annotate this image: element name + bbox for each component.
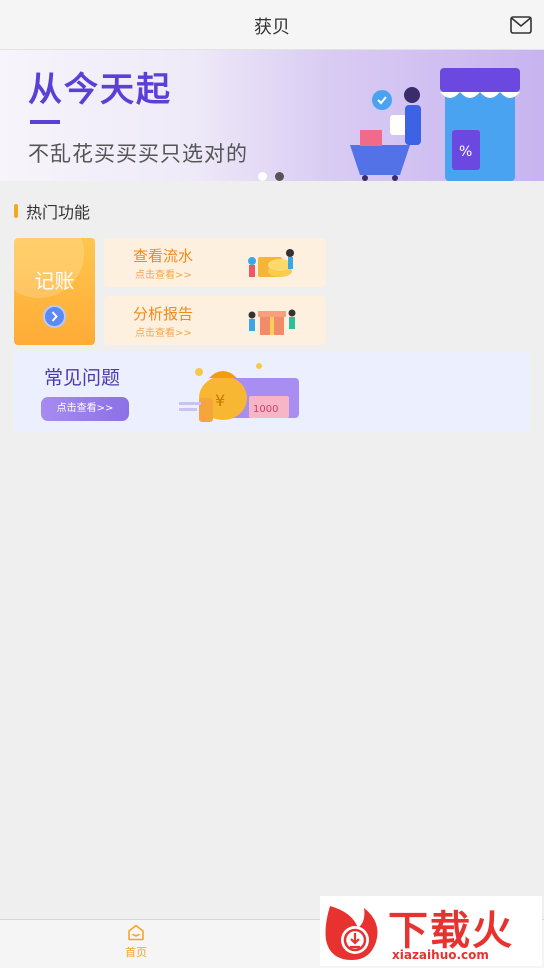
faq-view-button[interactable]: 点击查看>> bbox=[41, 397, 129, 421]
promo-banner[interactable]: 从今天起 不乱花买买买只选对的 % bbox=[0, 50, 544, 181]
svg-text:%: % bbox=[459, 144, 472, 160]
banner-divider bbox=[30, 120, 60, 124]
carousel-dot-active[interactable] bbox=[275, 172, 284, 181]
analysis-report-card[interactable]: 分析报告 点击查看>> bbox=[104, 296, 326, 345]
flame-logo-icon bbox=[325, 906, 378, 960]
page-title: 获贝 bbox=[254, 17, 290, 38]
banner-subline: 不乱花买买买只选对的 bbox=[28, 142, 248, 166]
watermark-url: xiazaihuo.com bbox=[392, 948, 489, 962]
bookkeeping-label: 记账 bbox=[34, 269, 75, 293]
section-accent-bar bbox=[14, 204, 18, 218]
mail-icon[interactable] bbox=[510, 16, 532, 34]
watermark-logo: 下载火 xiazaihuo.com bbox=[320, 896, 542, 966]
analysis-report-title: 分析报告 bbox=[133, 305, 194, 323]
tab-home[interactable]: 首页 bbox=[114, 924, 158, 964]
carousel-dot[interactable] bbox=[258, 172, 267, 181]
view-flow-title: 查看流水 bbox=[133, 247, 194, 265]
shop-illustration: % bbox=[350, 68, 520, 181]
view-flow-card[interactable]: 查看流水 点击查看>> bbox=[104, 238, 326, 287]
tab-home-label: 首页 bbox=[125, 946, 147, 959]
svg-text:¥: ¥ bbox=[215, 391, 225, 410]
gift-illustration bbox=[248, 309, 296, 335]
home-icon bbox=[128, 924, 144, 941]
faq-title: 常见问题 bbox=[44, 367, 121, 389]
carousel-indicator[interactable] bbox=[258, 166, 292, 181]
top-bar: 获贝 bbox=[0, 0, 544, 50]
banner-headline: 从今天起 bbox=[28, 70, 172, 110]
faq-card[interactable]: 常见问题 点击查看>> 1000 ¥ bbox=[14, 352, 530, 432]
chevron-right-icon[interactable] bbox=[43, 305, 66, 328]
svg-text:1000: 1000 bbox=[253, 404, 278, 415]
coins-illustration bbox=[248, 249, 294, 277]
bookkeeping-card[interactable]: 记账 bbox=[14, 238, 95, 345]
view-flow-link[interactable]: 点击查看>> bbox=[135, 266, 192, 281]
section-title-text: 热门功能 bbox=[26, 203, 91, 222]
analysis-report-link[interactable]: 点击查看>> bbox=[135, 324, 192, 339]
section-title: 热门功能 bbox=[14, 202, 91, 222]
money-bag-illustration: 1000 ¥ bbox=[179, 363, 299, 422]
